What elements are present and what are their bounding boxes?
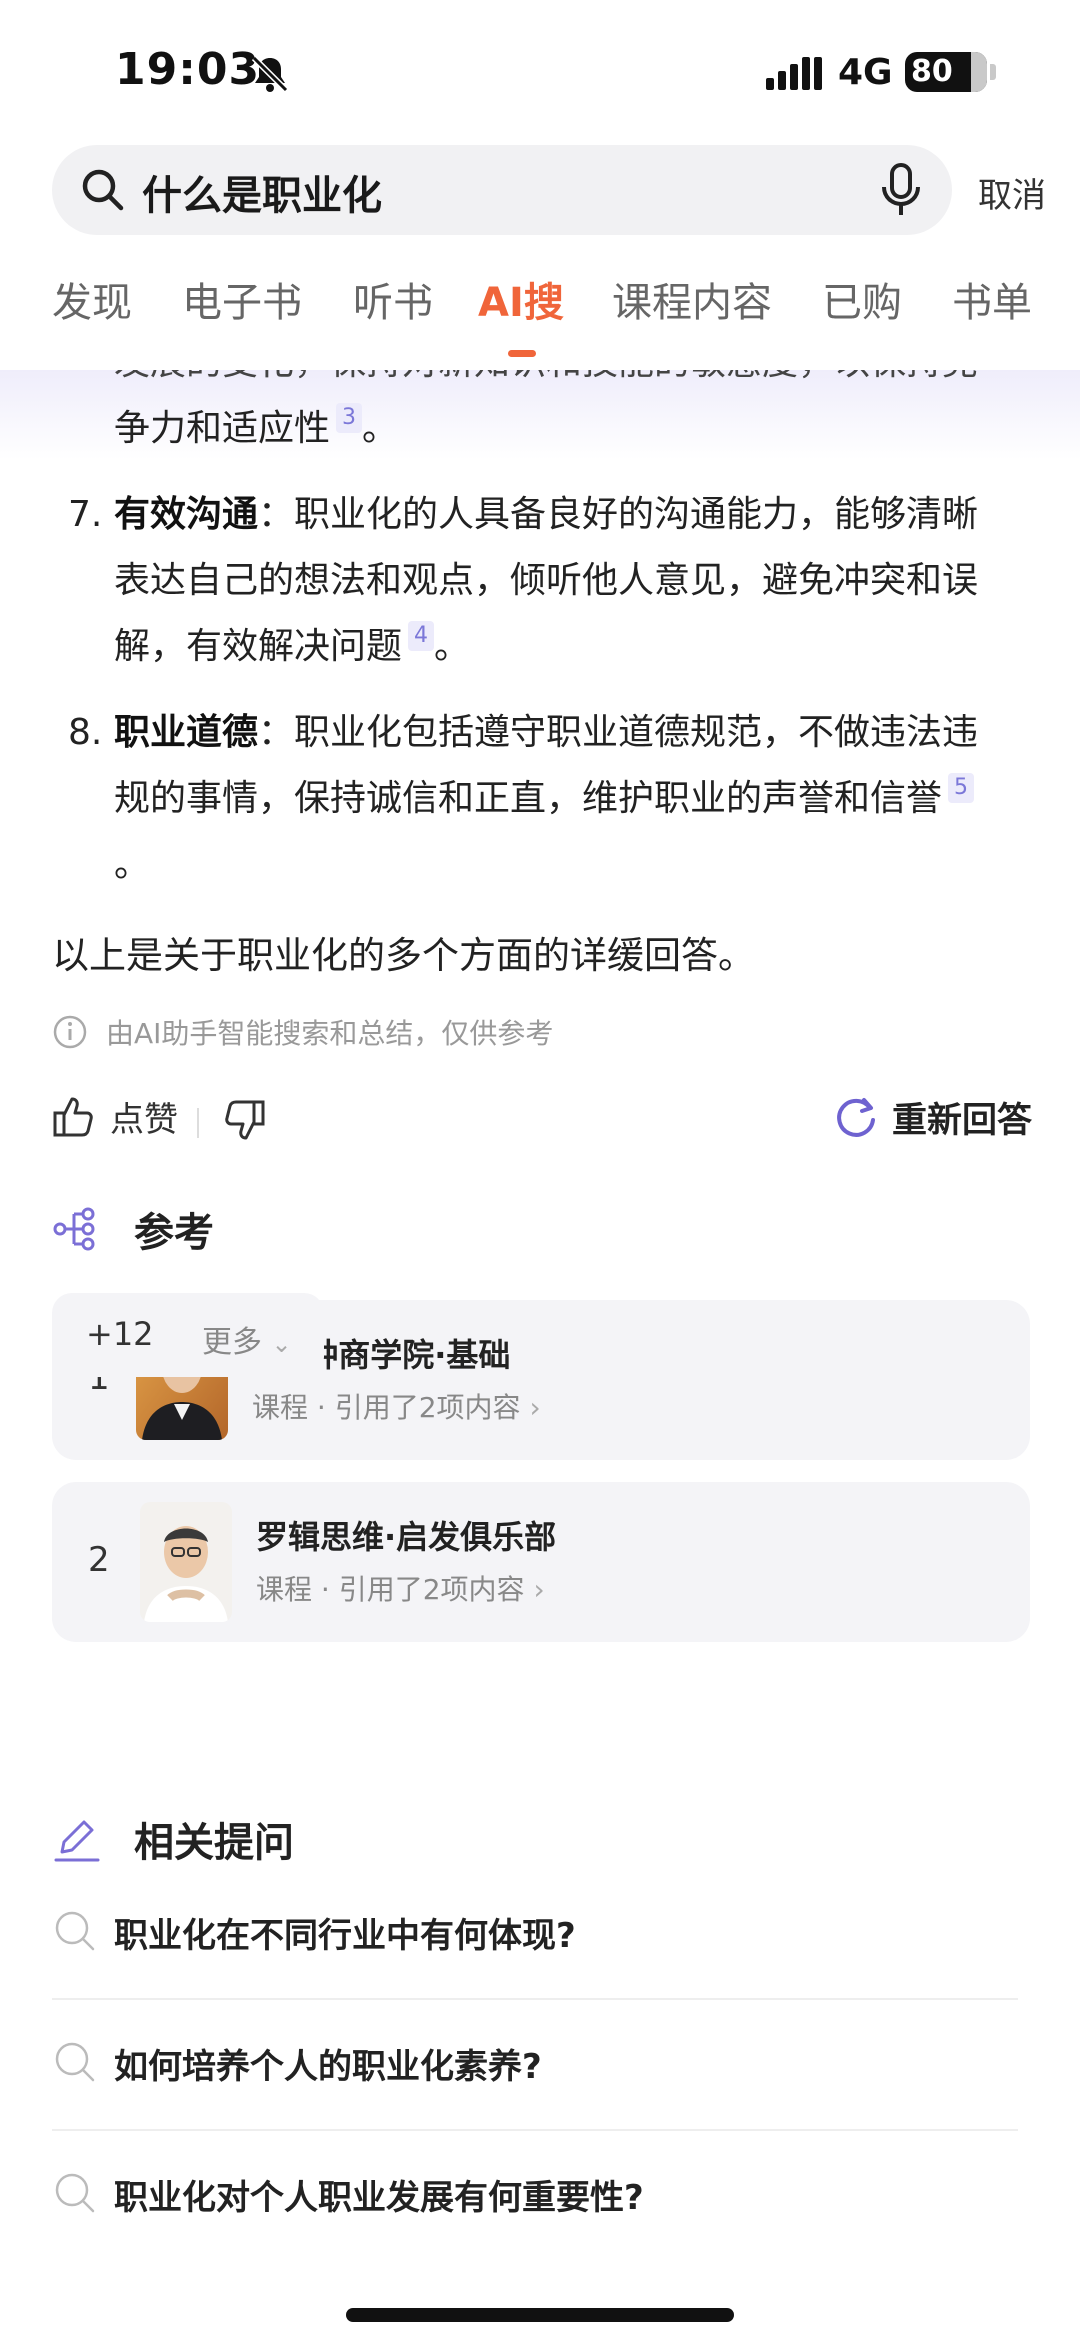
tab-booklist[interactable]: 书单	[952, 270, 1032, 328]
tab-bar: 发现 电子书 听书 AI搜 课程内容 已购 书单	[0, 270, 1080, 360]
question-text: 如何培养个人的职业化素养?	[114, 2047, 542, 2087]
cancel-button[interactable]: 取消	[978, 168, 1046, 217]
tab-purchased[interactable]: 已购	[822, 270, 902, 328]
related-question[interactable]: 职业化在不同行业中有何体现?	[52, 1870, 1018, 2000]
references-header: 参考	[52, 1200, 214, 1258]
bell-muted-icon	[251, 55, 289, 93]
answer-item7: 有效沟通：职业化的人具备良好的沟通能力，能够清晰	[114, 494, 979, 535]
microphone-icon[interactable]	[880, 163, 922, 217]
reference-subtitle: 课程 · 引用了2项内容 ›	[252, 1391, 541, 1424]
chevron-right-icon: ›	[533, 1573, 545, 1606]
item-number: 7.	[68, 494, 103, 535]
home-indicator[interactable]	[346, 2308, 734, 2322]
tree-icon	[53, 1207, 95, 1251]
search-icon	[55, 2173, 95, 2213]
item-term: 有效沟通	[114, 494, 259, 535]
battery-icon: 80	[905, 52, 987, 92]
item-number: 8.	[68, 712, 103, 753]
tab-ebook[interactable]: 电子书	[182, 270, 302, 328]
tab-discover[interactable]: 发现	[52, 270, 132, 328]
related-question[interactable]: 职业化对个人职业发展有何重要性?	[52, 2132, 1018, 2262]
ai-disclaimer: 由AI助手智能搜索和总结，仅供参考	[52, 1012, 553, 1052]
citation-badge[interactable]: 4	[408, 621, 435, 651]
answer-item6-line: 争力和适应性 3。	[114, 403, 399, 449]
signal-icon	[766, 57, 822, 90]
tab-course-content[interactable]: 课程内容	[612, 270, 772, 328]
answer-item8: 职业道德：职业化包括遵守职业道德规范，不做违法违	[114, 712, 979, 753]
answer-summary: 以上是关于职业化的多个方面的详缓回答。	[52, 934, 755, 977]
reference-title: 罗辑思维·启发俱乐部	[256, 1518, 557, 1556]
network-type: 4G	[838, 52, 893, 93]
search-query: 什么是职业化	[142, 173, 382, 219]
answer-actions: 点赞 重新回答	[52, 1092, 1032, 1152]
reference-card[interactable]: 2 罗辑思维·启发俱乐部 课程 · 引用了2项内容 ›	[52, 1482, 1030, 1642]
question-text: 职业化在不同行业中有何体现?	[114, 1916, 576, 1956]
search-icon	[82, 169, 124, 211]
reference-index: 2	[88, 1540, 110, 1580]
citation-badge[interactable]: 5	[948, 773, 975, 803]
answer-cut-line: 发展的变化，保持对新知识和技能的敏感度，以保持竞	[114, 370, 978, 396]
more-count: +12	[86, 1315, 154, 1353]
answer-item8-line2: 规的事情，保持诚信和正直，维护职业的声誉和信誉 5	[114, 766, 975, 832]
search-input[interactable]: 什么是职业化	[52, 145, 952, 235]
chevron-right-icon: ›	[529, 1391, 541, 1424]
more-references-button[interactable]: +12 更多 ⌄	[52, 1293, 324, 1377]
tab-ai-search[interactable]: AI搜	[478, 270, 564, 328]
divider	[197, 1108, 199, 1138]
more-label: 更多 ⌄	[202, 1325, 292, 1360]
status-bar: 19:03 4G 80	[0, 0, 1080, 140]
tab-audiobook[interactable]: 听书	[353, 270, 433, 328]
regenerate-button[interactable]: 重新回答	[834, 1092, 1032, 1143]
reference-subtitle: 课程 · 引用了2项内容 ›	[256, 1573, 545, 1606]
active-tab-indicator	[508, 350, 536, 357]
search-icon	[55, 2042, 95, 2082]
info-icon	[53, 1015, 87, 1049]
status-time: 19:03	[115, 44, 261, 95]
chevron-down-icon: ⌄	[271, 1330, 292, 1358]
answer-item8-period: 。	[114, 844, 151, 885]
battery-level: 80	[911, 54, 953, 89]
answer-content[interactable]: 发展的变化，保持对新知识和技能的敏感度，以保持竞 争力和适应性3。 7. 有效沟…	[0, 370, 1080, 2342]
thumbs-down-icon[interactable]	[222, 1098, 266, 1142]
item-term: 职业道德	[114, 712, 259, 753]
related-questions-header: 相关提问	[52, 1810, 294, 1868]
thumbs-up-icon	[53, 1097, 93, 1136]
battery-tip	[990, 64, 996, 80]
refresh-icon	[837, 1097, 875, 1137]
divider	[52, 2129, 1018, 2131]
question-text: 职业化对个人职业发展有何重要性?	[114, 2178, 644, 2218]
search-icon	[55, 1911, 95, 1951]
pencil-icon	[54, 1820, 100, 1862]
answer-item7-line2: 表达自己的想法和观点，倾听他人意见，避免冲突和误	[114, 560, 979, 601]
course-thumbnail	[140, 1502, 232, 1622]
divider	[52, 1998, 1018, 2000]
related-question[interactable]: 如何培养个人的职业化素养?	[52, 2001, 1018, 2131]
like-button[interactable]: 点赞	[52, 1092, 178, 1141]
citation-badge[interactable]: 3	[336, 403, 363, 433]
answer-item7-line3: 解，有效解决问题 4。	[114, 621, 471, 667]
